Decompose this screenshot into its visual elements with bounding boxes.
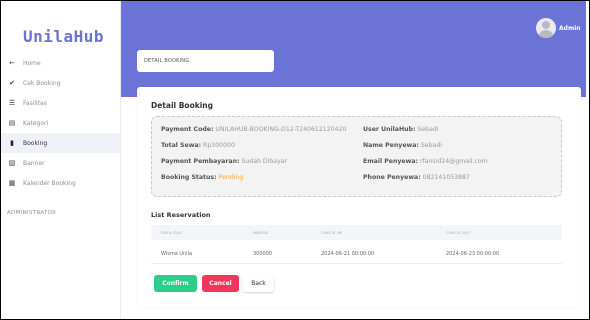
booking-status-field: Booking Status: Pending: [161, 174, 243, 181]
table-row: [151, 263, 562, 264]
cancel-button[interactable]: Cancel: [202, 275, 239, 292]
sidebar-item-label: Kategori: [23, 119, 49, 127]
sidebar-item-label: Cek Booking: [23, 79, 61, 87]
total-sewa-value: Rp300000: [203, 142, 235, 149]
sidebar-item-fasilitas[interactable]: ☰ Fasilitas: [1, 93, 120, 113]
sidebar-item-label: Booking: [23, 139, 48, 147]
payment-code-label: Payment Code:: [161, 126, 214, 133]
table-icon: ▤: [8, 119, 16, 127]
user-value: Sebadi: [417, 126, 439, 133]
table-cell: Wisma Unila: [161, 251, 193, 257]
payment-status-value: Sudah Dibayar: [241, 158, 288, 165]
payment-status-field: Payment Pembayaran: Sudah Dibayar: [161, 158, 287, 165]
table-cell: 2024-06-23 00:00:00: [446, 251, 500, 257]
phone-field: Phone Penyewa: 082141053887: [363, 174, 470, 181]
breadcrumb: DETAIL BOOKING: [137, 50, 274, 72]
payment-code-field: Payment Code: UNILAHUB-BOOKING-D12-T2406…: [161, 126, 346, 133]
payment-code-value: UNILAHUB-BOOKING-D12-T240612120420: [215, 126, 347, 133]
sidebar-item-booking[interactable]: ▮ Booking: [1, 133, 120, 153]
calendar-icon: ▦: [8, 179, 16, 187]
table-header: [151, 225, 562, 240]
sidebar-item-kalender-booking[interactable]: ▦ Kalender Booking: [1, 173, 120, 193]
payment-status-label: Payment Pembayaran:: [161, 158, 240, 165]
user-name[interactable]: Admin: [559, 25, 581, 32]
list-icon: ☰: [8, 99, 16, 107]
booking-status-label: Booking Status:: [161, 174, 217, 181]
booking-status-value: Pending: [218, 174, 244, 181]
user-field: User UnilaHub: Sebadi: [363, 126, 439, 133]
sidebar: UnilaHub ← Home ✔ Cek Booking ☰ Fasilita…: [1, 1, 121, 319]
sidebar-item-cek-booking[interactable]: ✔ Cek Booking: [1, 73, 120, 93]
card-title: Detail Booking: [151, 101, 213, 110]
list-title: List Reservation: [151, 211, 211, 219]
phone-label: Phone Penyewa:: [363, 174, 421, 181]
window-edge: [586, 1, 589, 319]
book-icon: ▮: [10, 139, 14, 147]
sidebar-section-label: ADMINISTRATOR: [7, 210, 57, 216]
sidebar-item-label: Home: [23, 59, 41, 67]
total-sewa-field: Total Sewa: Rp300000: [161, 142, 235, 149]
sidebar-item-kategori[interactable]: ▤ Kategori: [1, 113, 120, 133]
column-header: HARGA: [253, 230, 269, 235]
sidebar-nav: ← Home ✔ Cek Booking ☰ Fasilitas ▤ Kateg…: [1, 53, 120, 193]
app-window: UnilaHub ← Home ✔ Cek Booking ☰ Fasilita…: [0, 0, 590, 320]
name-value: Sebadi: [420, 142, 442, 149]
email-field: Email Penyewa: rfansid24@gmail.com: [363, 158, 488, 165]
table-cell: 300000: [253, 251, 273, 257]
email-label: Email Penyewa:: [363, 158, 418, 165]
phone-value: 082141053887: [422, 174, 470, 181]
table-cell: 2024-06-21 00:00:00: [321, 251, 375, 257]
header-band: [121, 1, 589, 97]
sidebar-item-label: Kalender Booking: [23, 179, 76, 187]
sidebar-item-label: Banner: [23, 159, 45, 167]
column-header: FASILITAS: [161, 230, 182, 235]
brand-logo[interactable]: UnilaHub: [23, 27, 104, 46]
sidebar-item-home[interactable]: ← Home: [1, 53, 120, 73]
confirm-button[interactable]: Confirm: [154, 275, 197, 292]
column-header: CHECK OUT: [446, 230, 472, 235]
column-header: CHECK IN: [321, 230, 342, 235]
check-icon: ✔: [9, 79, 15, 87]
name-field: Name Penyewa: Sebadi: [363, 142, 442, 149]
image-icon: ▨: [8, 159, 16, 167]
email-value: rfansid24@gmail.com: [419, 158, 488, 165]
arrow-left-icon: ←: [9, 59, 15, 67]
total-sewa-label: Total Sewa:: [161, 142, 202, 149]
user-label: User UnilaHub:: [363, 126, 416, 133]
sidebar-item-banner[interactable]: ▨ Banner: [1, 153, 120, 173]
name-label: Name Penyewa:: [363, 142, 419, 149]
avatar[interactable]: [536, 18, 556, 38]
back-button[interactable]: Back: [243, 275, 274, 292]
sidebar-item-label: Fasilitas: [23, 99, 47, 107]
